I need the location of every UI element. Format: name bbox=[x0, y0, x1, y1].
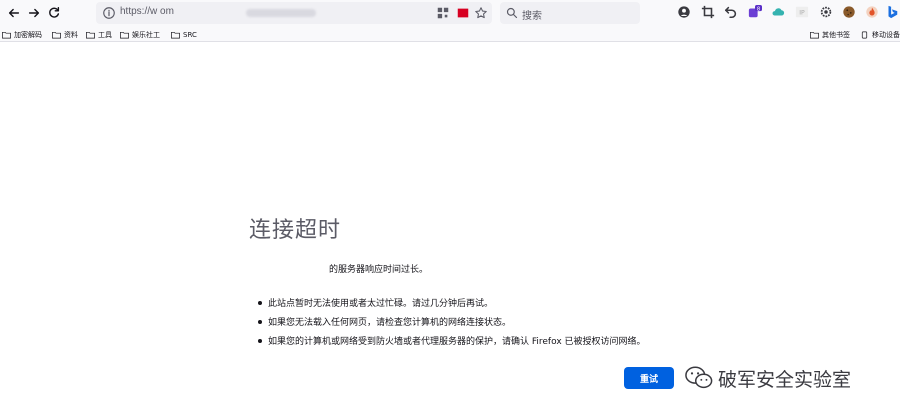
cloud-icon bbox=[772, 8, 785, 16]
qr-code-icon[interactable] bbox=[436, 6, 450, 20]
bookmark-folder[interactable]: SRC bbox=[171, 29, 197, 41]
folder-icon bbox=[171, 31, 180, 39]
back-button[interactable] bbox=[4, 3, 24, 23]
undo-button[interactable] bbox=[723, 4, 739, 20]
tip-text: 如果您的计算机或网络受到防火墙或者代理服务器的保护，请确认 Firefox 已被… bbox=[268, 337, 646, 347]
search-bar[interactable]: 搜索 bbox=[500, 2, 640, 24]
red-square-icon[interactable] bbox=[456, 6, 470, 20]
extension-badge-icon: 8 bbox=[748, 5, 762, 18]
url-redaction bbox=[246, 9, 316, 17]
ip-icon: IP bbox=[795, 6, 809, 18]
svg-text:8: 8 bbox=[757, 6, 760, 12]
watermark: 破军安全实验室 bbox=[684, 364, 851, 392]
error-title: 连接超时 bbox=[249, 218, 342, 243]
forward-arrow-icon bbox=[28, 8, 40, 18]
bookmark-label: 资料 bbox=[64, 31, 78, 39]
url-text[interactable]: https://w om bbox=[120, 6, 174, 17]
bing-icon bbox=[888, 5, 898, 19]
search-icon bbox=[506, 7, 518, 19]
search-placeholder: 搜索 bbox=[522, 11, 542, 22]
settings-button[interactable] bbox=[818, 4, 834, 20]
bookmark-folder[interactable]: 加密解码 bbox=[2, 29, 42, 41]
bookmark-label: SRC bbox=[183, 31, 197, 39]
account-button[interactable] bbox=[676, 4, 692, 20]
watermark-text: 破军安全实验室 bbox=[718, 368, 852, 391]
folder-icon bbox=[810, 31, 819, 39]
mobile-bookmarks-label: 移动设备 bbox=[872, 31, 900, 39]
other-bookmarks-label: 其他书签 bbox=[822, 31, 850, 39]
undo-icon bbox=[724, 6, 737, 19]
error-description: 的服务器响应时间过长。 bbox=[329, 265, 429, 275]
cookie-button[interactable] bbox=[841, 4, 857, 20]
bing-button[interactable] bbox=[884, 4, 900, 20]
gear-icon bbox=[820, 6, 832, 18]
fire-icon bbox=[866, 6, 878, 18]
address-bar[interactable]: https://w om bbox=[96, 2, 492, 24]
extension-badge-button[interactable]: 8 bbox=[747, 4, 763, 20]
site-info-icon[interactable] bbox=[102, 6, 116, 20]
bookmark-folder[interactable]: 资料 bbox=[52, 29, 78, 41]
forward-button[interactable] bbox=[24, 3, 44, 23]
account-icon bbox=[678, 6, 690, 18]
mobile-device-icon bbox=[861, 31, 868, 39]
cookie-icon bbox=[843, 6, 855, 18]
mobile-bookmarks[interactable]: 移动设备 bbox=[860, 29, 900, 41]
bookmark-label: 加密解码 bbox=[14, 31, 42, 39]
other-bookmarks[interactable]: 其他书签 bbox=[810, 29, 850, 41]
reload-icon bbox=[49, 7, 60, 18]
browser-toolbar: https://w om 搜索 8 IP bbox=[0, 0, 900, 26]
folder-icon bbox=[52, 31, 61, 39]
fire-button[interactable] bbox=[864, 4, 880, 20]
list-item: 如果您无法载入任何网页，请检查您计算机的网络连接状态。 bbox=[258, 312, 646, 331]
ip-button[interactable]: IP bbox=[794, 4, 810, 20]
crop-icon bbox=[701, 5, 715, 19]
bookmark-folder[interactable]: 工具 bbox=[86, 29, 112, 41]
bullet-icon bbox=[258, 300, 262, 305]
bookmark-label: 工具 bbox=[98, 31, 112, 39]
tip-text: 此站点暂时无法使用或者太过忙碌。请过几分钟后再试。 bbox=[268, 299, 494, 309]
list-item: 如果您的计算机或网络受到防火墙或者代理服务器的保护，请确认 Firefox 已被… bbox=[258, 331, 646, 350]
folder-icon bbox=[86, 31, 95, 39]
cloud-button[interactable] bbox=[770, 4, 786, 20]
bullet-icon bbox=[258, 338, 262, 343]
bookmark-folder[interactable]: 娱乐社工 bbox=[120, 29, 160, 41]
list-item: 此站点暂时无法使用或者太过忙碌。请过几分钟后再试。 bbox=[258, 293, 646, 312]
bullet-icon bbox=[258, 319, 262, 324]
crop-button[interactable] bbox=[700, 4, 716, 20]
tip-text: 如果您无法载入任何网页，请检查您计算机的网络连接状态。 bbox=[268, 318, 512, 328]
bookmarks-bar: 加密解码 资料 工具 娱乐社工 SRC 其他书签 移动设备 bbox=[0, 26, 900, 42]
retry-button[interactable]: 重试 bbox=[624, 367, 674, 389]
error-tips-list: 此站点暂时无法使用或者太过忙碌。请过几分钟后再试。 如果您无法载入任何网页，请检… bbox=[258, 293, 646, 350]
wechat-icon bbox=[685, 366, 713, 389]
reload-button[interactable] bbox=[44, 3, 64, 23]
back-arrow-icon bbox=[8, 8, 20, 18]
svg-text:IP: IP bbox=[799, 10, 805, 17]
folder-icon bbox=[120, 31, 129, 39]
folder-icon bbox=[2, 31, 11, 39]
bookmark-label: 娱乐社工 bbox=[132, 31, 160, 39]
bookmark-star-icon[interactable] bbox=[474, 6, 488, 20]
